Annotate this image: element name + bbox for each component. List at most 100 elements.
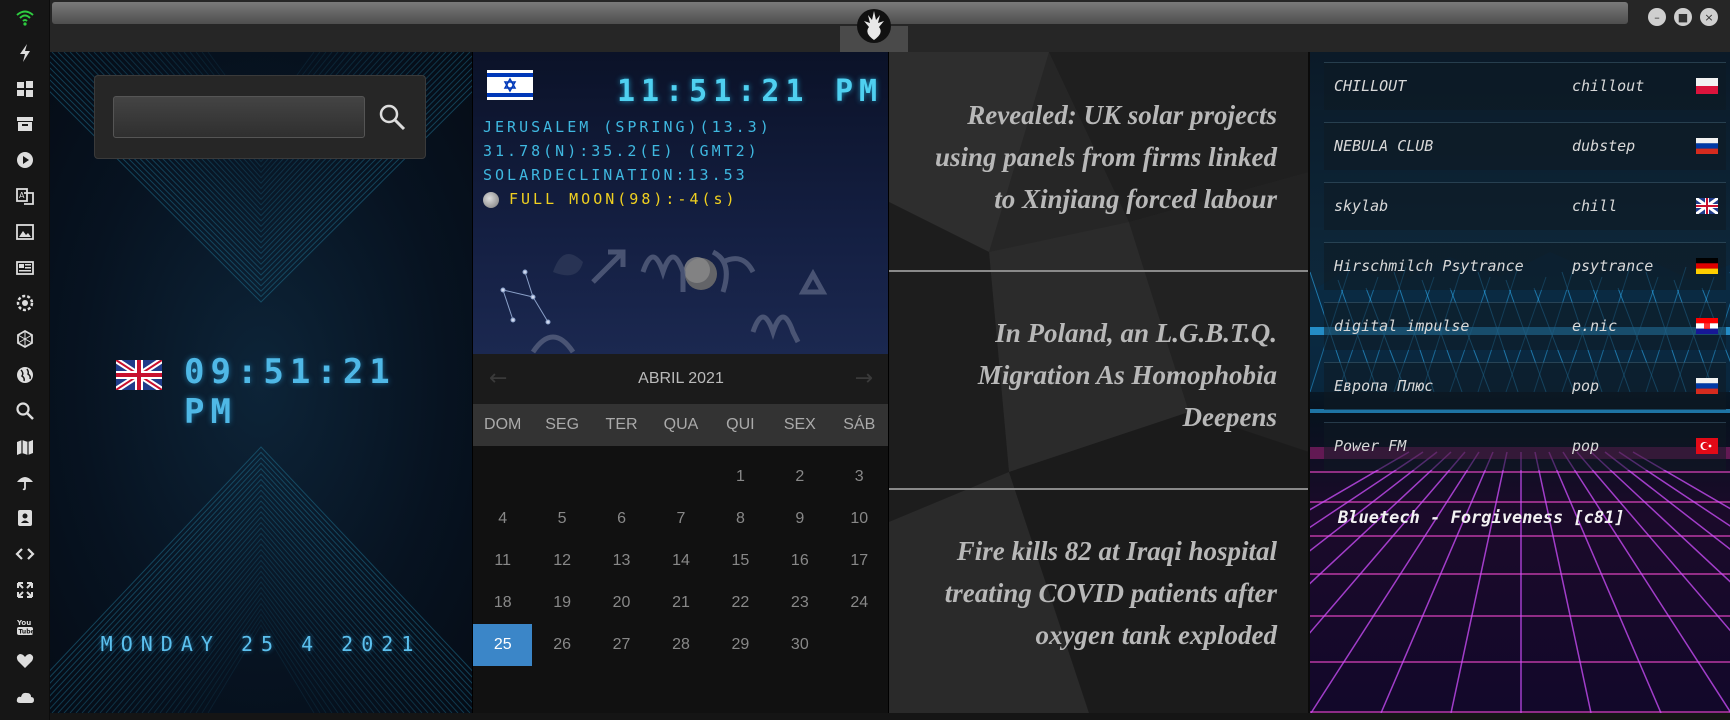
radio-panel: CHILLOUT chillout NEBULA CLUB dubstep skylab… [1308,52,1730,713]
calendar-day[interactable]: 21 [651,582,710,624]
windows-icon[interactable] [12,76,38,102]
news-icon[interactable] [12,255,38,281]
search-icon[interactable] [377,102,407,132]
weekday-label: SEG [545,416,580,433]
news-headline[interactable]: Revealed: UK solar projects using panels… [909,94,1277,220]
local-date: MONDAY 25 4 2021 [100,632,422,656]
world-ampm: PM [835,74,884,109]
calendar-day[interactable]: 7 [651,498,710,540]
news-divider [889,488,1308,490]
weekday-header: DOM SEG TER QUA QUI SEX SÁB [473,404,889,446]
calendar-day[interactable]: 22 [711,582,770,624]
weekday-label: QUI [726,416,755,433]
weekday-label: DOM [484,416,522,433]
calendar-day[interactable]: 5 [532,498,591,540]
calendar-day[interactable]: 15 [711,540,770,582]
calendar: ← ABRIL 2021 → DOM SEG TER QUA QUI SEX S… [473,354,889,713]
calendar-day[interactable]: 3 [830,456,889,498]
next-month-button[interactable]: → [855,366,873,391]
calendar-day[interactable]: 13 [592,540,651,582]
lightning-icon[interactable] [12,40,38,66]
moon-icon [483,192,499,208]
zodiac-artwork [500,249,828,354]
calendar-day[interactable]: 26 [532,624,591,666]
calendar-day-today[interactable]: 25 [473,624,533,666]
youtube-icon[interactable]: You Tube [12,613,38,639]
calendar-day [592,456,651,498]
settings-icon[interactable] [12,290,38,316]
station-genre: pop [1572,377,1600,395]
calendar-day[interactable]: 24 [830,582,889,624]
uk-flag-icon [116,360,162,390]
rebel-alliance-icon[interactable] [854,6,894,46]
translate-icon[interactable]: A [12,183,38,209]
hexagon-icon[interactable] [12,326,38,352]
svg-text:Tube: Tube [19,628,35,635]
sidebar: A You Tube [0,0,50,720]
calendar-day[interactable]: 1 [711,456,770,498]
world-time: 11:51:21 [617,74,810,109]
station-row[interactable]: CHILLOUT chillout [1324,62,1726,110]
station-name: skylab [1334,197,1389,215]
station-row[interactable]: NEBULA CLUB dubstep [1324,122,1726,170]
station-row[interactable]: Power FM pop [1324,422,1726,470]
calendar-day[interactable]: 19 [532,582,591,624]
title-bar-field[interactable] [52,2,1628,24]
calendar-day[interactable]: 8 [711,498,770,540]
weekday-label: QUA [663,416,699,433]
wifi-icon[interactable] [12,4,38,30]
local-time: 09:51:21 PM [184,352,396,432]
umbrella-icon[interactable] [12,469,38,495]
maximize-button[interactable]: ■ [1674,8,1692,26]
calendar-header: ← ABRIL 2021 → [473,354,889,404]
search-input[interactable] [113,96,365,138]
calendar-day[interactable]: 4 [473,498,532,540]
map-icon[interactable] [12,434,38,460]
russia-flag-icon [1696,378,1718,394]
minimize-button[interactable]: – [1648,8,1666,26]
calendar-day[interactable]: 17 [830,540,889,582]
station-row[interactable]: skylab chill [1324,182,1726,230]
close-button[interactable]: × [1700,8,1718,26]
news-headline[interactable]: Fire kills 82 at Iraqi hospital treating… [909,530,1277,656]
archive-icon[interactable] [12,111,38,137]
calendar-day[interactable]: 20 [592,582,651,624]
calendar-day[interactable]: 9 [770,498,829,540]
calendar-grid: 1 2 3 4 5 6 7 8 9 10 11 12 13 14 15 16 17 18 19 20 21 22 23 24 2… [473,456,889,666]
calendar-day[interactable]: 6 [592,498,651,540]
station-row[interactable]: digital impulse e.nic [1324,302,1726,350]
globe-icon[interactable] [12,362,38,388]
calendar-day[interactable]: 18 [473,582,532,624]
search-box [94,75,426,159]
play-icon[interactable] [12,147,38,173]
calendar-day[interactable]: 30 [770,624,829,666]
weekday-label: SEX [783,416,816,433]
calendar-day[interactable]: 23 [770,582,829,624]
calendar-day[interactable]: 29 [711,624,770,666]
calendar-day[interactable]: 11 [473,540,532,582]
news-divider [889,270,1308,272]
station-row[interactable]: Hirschmilch Psytrance psytrance [1324,242,1726,290]
calendar-week: 4 5 6 7 8 9 10 [473,498,889,540]
heart-icon[interactable] [12,648,38,674]
image-icon[interactable] [12,219,38,245]
calendar-day [651,456,710,498]
station-genre: e.nic [1572,317,1618,335]
calendar-day[interactable]: 27 [592,624,651,666]
cloud-icon[interactable] [12,684,38,710]
calendar-day[interactable]: 12 [532,540,591,582]
calendar-day[interactable]: 2 [770,456,829,498]
news-headline[interactable]: In Poland, an L.G.B.T.Q. Migration As Ho… [909,312,1277,438]
calendar-day[interactable]: 16 [770,540,829,582]
expand-icon[interactable] [12,577,38,603]
calendar-day[interactable]: 10 [830,498,889,540]
code-icon[interactable] [12,541,38,567]
contacts-icon[interactable] [12,505,38,531]
calendar-day[interactable]: 14 [651,540,710,582]
now-playing: Bluetech - Forgiveness [c81] [1338,508,1625,528]
station-genre: chillout [1572,77,1645,95]
coordinates-line: 31.78(N):35.2(E) (GMT2) [483,142,760,160]
calendar-day[interactable]: 28 [651,624,710,666]
search-icon[interactable] [12,398,38,424]
station-row[interactable]: Европа Плюс pop [1324,362,1726,410]
